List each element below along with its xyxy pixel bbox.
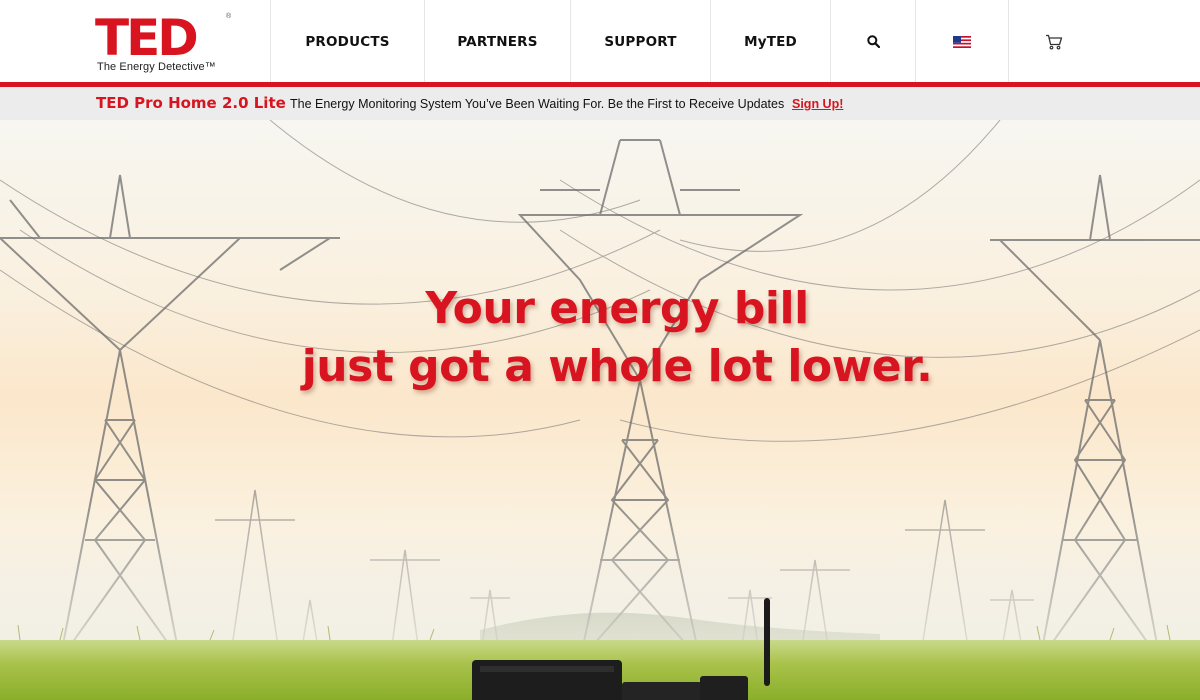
logo-wordmark: TED (95, 9, 196, 60)
nav-label-products: PRODUCTS (305, 33, 390, 50)
hero-headline: Your energy bill just got a whole lot lo… (0, 280, 1200, 396)
ted-logo-mark: TED ® (95, 9, 233, 60)
hero-banner: Your energy bill just got a whole lot lo… (0, 120, 1200, 700)
nav-item-partners[interactable]: PARTNERS (424, 0, 570, 83)
hero-headline-line1: Your energy bill (425, 283, 809, 334)
promo-message: The Energy Monitoring System You’ve Been… (290, 97, 785, 111)
svg-text:®: ® (226, 12, 232, 20)
cart-button[interactable] (1008, 0, 1098, 83)
site-header: TED ® The Energy Detective™ PRODUCTS PAR… (0, 0, 1200, 83)
search-icon (866, 35, 880, 48)
power-lines-illustration (0, 120, 1200, 700)
ted-logo[interactable]: TED ® The Energy Detective™ (95, 8, 237, 76)
nav-item-products[interactable]: PRODUCTS (270, 0, 424, 83)
hero-headline-line2: just got a whole lot lower. (301, 341, 933, 392)
announcement-bar: TED Pro Home 2.0 Lite The Energy Monitor… (0, 87, 1200, 120)
nav-label-partners: PARTNERS (457, 33, 538, 50)
search-button[interactable] (830, 0, 915, 83)
promo-title: TED Pro Home 2.0 Lite (96, 94, 286, 112)
nav-item-support[interactable]: SUPPORT (570, 0, 710, 83)
sign-up-link[interactable]: Sign Up! (792, 97, 843, 111)
nav-label-support: SUPPORT (604, 33, 677, 50)
nav-item-myted[interactable]: MyTED (710, 0, 830, 83)
region-selector[interactable] (915, 0, 1008, 83)
logo-tagline: The Energy Detective™ (97, 61, 216, 73)
us-flag-icon (953, 35, 971, 48)
nav-label-myted: MyTED (744, 33, 797, 50)
main-nav: PRODUCTS PARTNERS SUPPORT MyTED (270, 0, 1098, 83)
cart-icon (1045, 34, 1062, 50)
device-antenna (764, 598, 770, 686)
